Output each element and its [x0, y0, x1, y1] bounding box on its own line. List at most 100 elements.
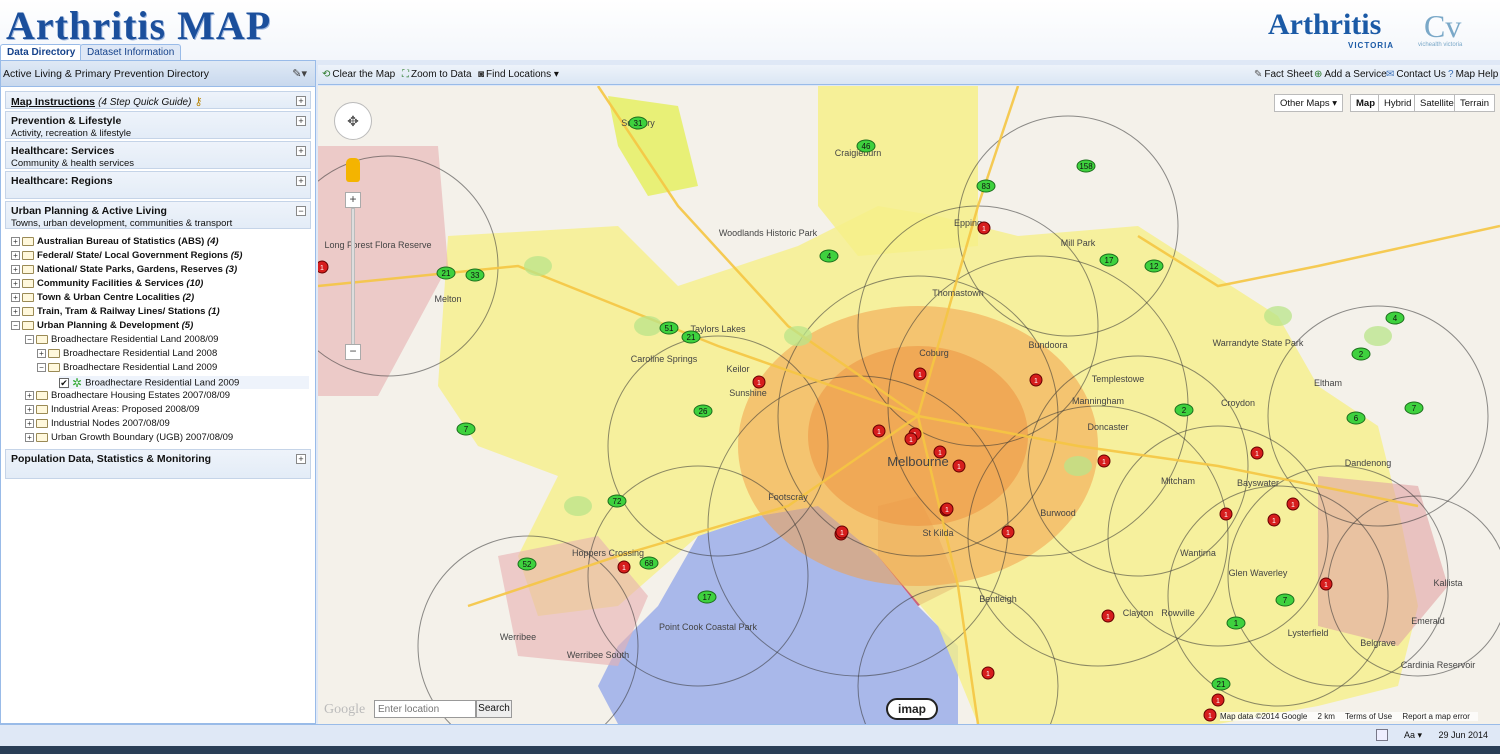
- tree-item-abs[interactable]: + Australian Bureau of Statistics (ABS) (…: [11, 236, 311, 249]
- green-marker-label: 158: [1079, 162, 1093, 171]
- zoom-to-data-button[interactable]: ⛶ Zoom to Data: [402, 69, 472, 80]
- green-marker-label: 2: [1359, 350, 1364, 359]
- mail-icon: ✉: [1386, 69, 1395, 80]
- green-marker-label: 4: [827, 252, 832, 261]
- terms-link[interactable]: Terms of Use: [1345, 712, 1392, 721]
- section-healthcare-services[interactable]: Healthcare: Services Community & health …: [5, 141, 311, 169]
- map-help-button[interactable]: ? Map Help: [1448, 69, 1498, 80]
- place-label: Clayton: [1123, 608, 1154, 618]
- park-area: [1064, 456, 1092, 476]
- park-area: [524, 256, 552, 276]
- tree-item-broadhectare-2009[interactable]: − Broadhectare Residential Land 2009: [37, 362, 337, 375]
- red-marker-label: 1: [1272, 518, 1276, 525]
- tree-item-train-lines[interactable]: + Train, Tram & Railway Lines/ Stations (…: [11, 306, 311, 319]
- pencil-icon: ✎: [1254, 69, 1263, 80]
- red-marker-label: 1: [877, 429, 881, 436]
- tree-item-community-facilities[interactable]: + Community Facilities & Services (10): [11, 278, 311, 291]
- tree-item-industrial-proposed[interactable]: + Industrial Areas: Proposed 2008/09: [25, 404, 325, 417]
- red-marker-label: 1: [918, 372, 922, 379]
- report-error-link[interactable]: Report a map error: [1402, 712, 1470, 721]
- tree-item-housing-estates[interactable]: + Broadhectare Housing Estates 2007/08/09: [25, 390, 325, 403]
- map-type-hybrid[interactable]: Hybrid: [1378, 94, 1418, 112]
- tree-item-industrial-nodes[interactable]: + Industrial Nodes 2007/08/09: [25, 418, 325, 431]
- place-label: Thomastown: [932, 288, 984, 298]
- wrench-icon[interactable]: ✎▾: [292, 67, 307, 80]
- red-marker-label: 1: [957, 464, 961, 471]
- place-label: Dandenong: [1345, 458, 1392, 468]
- tree-item-broadhectare-2008[interactable]: + Broadhectare Residential Land 2008: [37, 348, 337, 361]
- section-prevention-lifestyle[interactable]: Prevention & Lifestyle Activity, recreat…: [5, 111, 311, 139]
- map-type-terrain[interactable]: Terrain: [1454, 94, 1496, 112]
- green-marker-label: 52: [523, 560, 532, 569]
- fact-sheet-button[interactable]: ✎ Fact Sheet: [1254, 69, 1313, 80]
- section-population-data[interactable]: Population Data, Statistics & Monitoring…: [5, 449, 311, 479]
- place-label: Bentleigh: [979, 594, 1017, 604]
- red-marker-label: 1: [945, 507, 949, 514]
- expand-icon[interactable]: +: [296, 116, 306, 126]
- clear-map-button[interactable]: ⟲ Clear the Map: [322, 69, 395, 80]
- tree-item-town-localities[interactable]: + Town & Urban Centre Localities (2): [11, 292, 311, 305]
- arthritis-victoria-sub: VICTORIA: [1348, 41, 1395, 50]
- arthritis-map-logo[interactable]: Arthritis MAP: [6, 2, 271, 49]
- zoom-out-button[interactable]: −: [345, 344, 361, 360]
- text-size-button[interactable]: Aa ▾: [1404, 730, 1422, 741]
- section-map-instructions[interactable]: Map Instructions (4 Step Quick Guide) ⚷ …: [5, 91, 311, 109]
- green-marker-label: 7: [464, 425, 469, 434]
- green-marker-label: 21: [1217, 680, 1226, 689]
- section-urban-planning[interactable]: Urban Planning & Active Living Towns, ur…: [5, 201, 311, 229]
- red-marker-label: 1: [1224, 512, 1228, 519]
- place-label: Werribee: [500, 632, 536, 642]
- map-graphics: MelbourneManninghamDoncasterMitchamWerri…: [318, 86, 1500, 724]
- expand-icon[interactable]: +: [296, 146, 306, 156]
- other-maps-dropdown[interactable]: Other Maps ▾: [1274, 94, 1344, 112]
- google-logo[interactable]: Google: [324, 702, 365, 718]
- place-label: Bundoora: [1028, 340, 1067, 350]
- arthritis-victoria-logo[interactable]: Arthritis: [1268, 8, 1381, 42]
- park-area: [1364, 326, 1392, 346]
- tab-data-directory[interactable]: Data Directory: [0, 44, 83, 60]
- zoom-in-button[interactable]: +: [345, 192, 361, 208]
- layer-checkbox[interactable]: ✔: [59, 378, 69, 388]
- collapse-icon[interactable]: −: [296, 206, 306, 216]
- tree-item-broadhectare-2008-09[interactable]: − Broadhectare Residential Land 2008/09: [25, 334, 325, 347]
- place-label: Coburg: [919, 348, 949, 358]
- tree-item-gov-regions[interactable]: + Federal/ State/ Local Government Region…: [11, 250, 311, 263]
- layer-star-icon: ✲: [72, 376, 83, 390]
- green-marker-label: 51: [665, 324, 674, 333]
- tree-item-ugb[interactable]: + Urban Growth Boundary (UGB) 2007/08/09: [25, 432, 325, 445]
- search-button[interactable]: Search: [476, 700, 512, 718]
- map-type-satellite[interactable]: Satellite: [1414, 94, 1460, 112]
- contact-us-button[interactable]: ✉ Contact Us: [1386, 69, 1446, 80]
- street-view-pegman-icon[interactable]: [346, 158, 360, 182]
- green-marker-label: 17: [703, 593, 712, 602]
- green-marker-label: 72: [613, 497, 622, 506]
- red-marker-label: 1: [1006, 530, 1010, 537]
- add-service-button[interactable]: ⊕ Add a Service: [1314, 69, 1387, 80]
- expand-icon[interactable]: +: [296, 176, 306, 186]
- imap-logo[interactable]: imap: [886, 698, 938, 720]
- place-label: Bayswater: [1237, 478, 1279, 488]
- find-locations-button[interactable]: ◙ Find Locations ▾: [478, 69, 559, 80]
- vichealth-logo[interactable]: Cv vichealth victoria: [1418, 8, 1478, 52]
- western-buffer: [318, 146, 448, 396]
- expand-icon[interactable]: +: [296, 454, 306, 464]
- view-icon[interactable]: [1376, 729, 1388, 741]
- expand-icon[interactable]: +: [296, 96, 306, 106]
- northern-growth-area: [818, 86, 978, 256]
- status-date: 29 Jun 2014: [1438, 730, 1488, 740]
- tree-item-parks[interactable]: + National/ State Parks, Gardens, Reserve…: [11, 264, 311, 277]
- tree-item-urban-planning[interactable]: − Urban Planning & Development (5): [11, 320, 311, 333]
- map-type-map[interactable]: Map: [1350, 94, 1381, 112]
- pan-control[interactable]: ✥: [334, 102, 372, 140]
- green-marker-label: 21: [442, 269, 451, 278]
- tree-item-broadhectare-2009-layer[interactable]: ✔ ✲ Broadhectare Residential Land 2009: [59, 376, 309, 390]
- place-label: Glen Waverley: [1229, 568, 1288, 578]
- section-healthcare-regions[interactable]: Healthcare: Regions +: [5, 171, 311, 199]
- tab-dataset-information[interactable]: Dataset Information: [80, 44, 182, 60]
- map-canvas[interactable]: Melbourne Manningham Doncaster Mitcham Werri…: [318, 86, 1500, 724]
- park-area: [1264, 306, 1292, 326]
- green-marker-label: 12: [1150, 262, 1159, 271]
- location-search-input[interactable]: [374, 700, 476, 718]
- place-label: Woodlands Historic Park: [719, 228, 818, 238]
- zoom-slider[interactable]: [351, 208, 355, 348]
